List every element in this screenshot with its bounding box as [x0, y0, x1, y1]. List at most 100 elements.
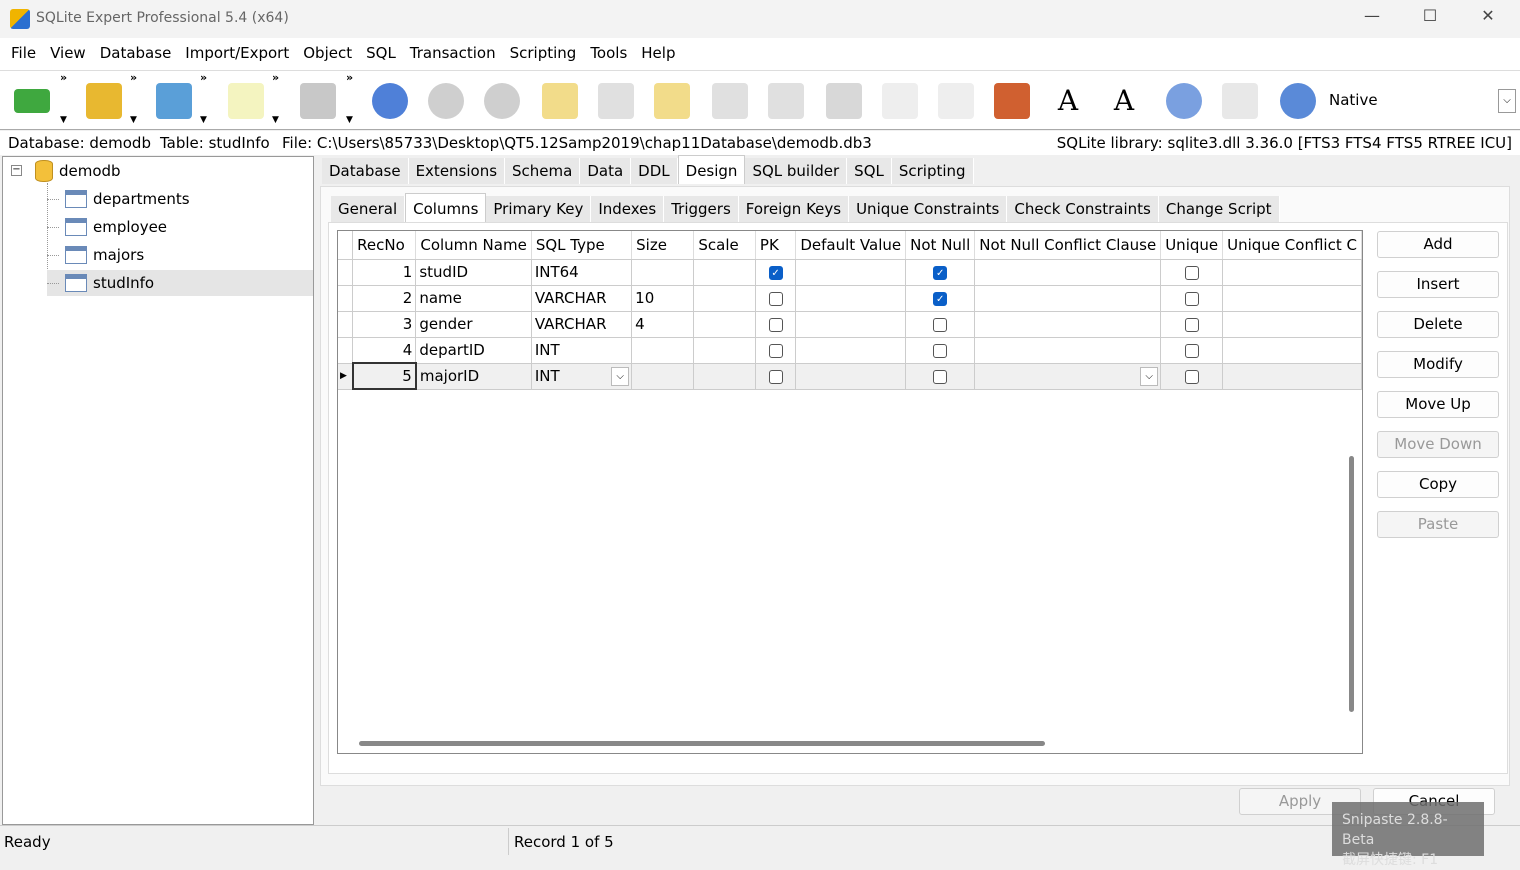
database-tree[interactable]: − demodb departments employee majors studIn… — [2, 156, 314, 825]
notnull-checkbox[interactable]: ✓ — [933, 265, 948, 280]
script-open-icon[interactable] — [654, 83, 690, 119]
table-row[interactable]: ▶ 5 majorID INT ⌵ ⌵ — [338, 362, 1362, 390]
settings-icon[interactable] — [826, 83, 862, 119]
theme-select[interactable]: Native — [1329, 91, 1378, 109]
cell-recno[interactable]: 4 — [352, 337, 417, 364]
move-up-button[interactable]: Move Up — [1377, 391, 1499, 418]
cell-notnull[interactable] — [905, 363, 976, 390]
column-header[interactable]: Default Value — [795, 231, 907, 260]
tab-database[interactable]: Database — [322, 158, 409, 184]
column-header[interactable]: Column Name — [415, 231, 532, 260]
more-chevron-icon[interactable]: » — [200, 71, 207, 84]
tab-sql-builder[interactable]: SQL builder — [745, 158, 848, 184]
dropdown-arrow-icon[interactable]: ▼ — [60, 115, 67, 125]
script-run-icon[interactable] — [598, 83, 634, 119]
cell-nncc[interactable] — [974, 259, 1162, 286]
copy-icon[interactable] — [882, 83, 918, 119]
next-icon[interactable] — [428, 83, 464, 119]
paste-icon[interactable] — [938, 83, 974, 119]
cell-name[interactable]: departID — [415, 337, 532, 364]
menu-import-export[interactable]: Import/Export — [178, 38, 296, 70]
cell-size[interactable]: 10 — [631, 285, 695, 312]
cell-default[interactable] — [795, 259, 907, 286]
cell-type[interactable]: INT — [531, 337, 633, 364]
move-down-button[interactable]: Move Down — [1377, 431, 1499, 458]
subtab-columns[interactable]: Columns — [405, 193, 487, 222]
cell-unique[interactable] — [1160, 285, 1224, 312]
unique-checkbox[interactable] — [1184, 369, 1199, 384]
cell-recno[interactable]: 3 — [352, 311, 417, 338]
tree-node-majors[interactable]: majors — [47, 242, 154, 268]
tab-scripting[interactable]: Scripting — [891, 158, 974, 184]
menu-scripting[interactable]: Scripting — [503, 38, 584, 70]
cell-unique[interactable] — [1160, 259, 1224, 286]
cell-uc[interactable] — [1222, 285, 1362, 312]
dropdown-arrow-icon[interactable]: ⌵ — [611, 366, 630, 386]
menu-object[interactable]: Object — [296, 38, 359, 70]
cell-size[interactable] — [631, 337, 695, 364]
cell-nncc[interactable] — [974, 285, 1162, 312]
cell-uc[interactable] — [1222, 259, 1362, 286]
unique-checkbox[interactable] — [1184, 265, 1199, 280]
exit-icon[interactable] — [14, 89, 50, 113]
cell-type[interactable]: INT64 — [531, 259, 633, 286]
cell-type[interactable]: VARCHAR — [531, 311, 633, 338]
more-chevron-icon[interactable]: » — [346, 71, 353, 84]
cell-uc[interactable] — [1222, 311, 1362, 338]
row-indicator[interactable] — [338, 311, 354, 338]
cell-scale[interactable] — [693, 337, 756, 364]
cell-recno[interactable]: 2 — [352, 285, 417, 312]
cell-scale[interactable] — [693, 259, 756, 286]
dropdown-arrow-icon[interactable]: ⌵ — [1140, 366, 1159, 386]
subtab-indexes[interactable]: Indexes — [591, 196, 665, 222]
add-button[interactable]: Add — [1377, 231, 1499, 258]
cell-default[interactable] — [795, 363, 907, 390]
tab-ddl[interactable]: DDL — [631, 158, 678, 184]
notnull-checkbox[interactable]: ✓ — [933, 291, 948, 306]
minimize-button[interactable]: — — [1352, 6, 1392, 32]
dropdown-arrow-icon[interactable]: ▼ — [200, 115, 207, 125]
subtab-unique-constraints[interactable]: Unique Constraints — [849, 196, 1008, 222]
tab-data[interactable]: Data — [580, 158, 632, 184]
cell-default[interactable] — [795, 285, 907, 312]
close-button[interactable]: ✕ — [1468, 6, 1508, 32]
menu-tools[interactable]: Tools — [583, 38, 634, 70]
column-header[interactable]: PK — [755, 231, 797, 260]
previous-icon[interactable] — [484, 83, 520, 119]
cell-unique[interactable] — [1160, 337, 1224, 364]
cell-unique[interactable] — [1160, 311, 1224, 338]
row-indicator[interactable] — [338, 285, 354, 312]
tab-design[interactable]: Design — [677, 155, 746, 184]
cell-notnull[interactable] — [905, 337, 976, 364]
subtab-triggers[interactable]: Triggers — [664, 196, 739, 222]
cell-uc[interactable] — [1222, 363, 1362, 390]
menu-database[interactable]: Database — [93, 38, 179, 70]
subtab-primary-key[interactable]: Primary Key — [486, 196, 592, 222]
cell-size[interactable] — [631, 259, 695, 286]
cell-scale[interactable] — [693, 311, 756, 338]
paste-button[interactable]: Paste — [1377, 511, 1499, 538]
cell-default[interactable] — [795, 337, 907, 364]
table-row[interactable]: 1 studID INT64 ✓ ✓ — [338, 259, 1362, 286]
info-icon[interactable] — [1280, 83, 1316, 119]
subtab-general[interactable]: General — [331, 196, 406, 222]
tree-node-departments[interactable]: departments — [47, 186, 200, 212]
row-indicator[interactable] — [338, 337, 354, 364]
notnull-checkbox[interactable] — [933, 343, 948, 358]
column-header[interactable]: Size — [631, 231, 695, 260]
pk-checkbox[interactable] — [768, 317, 783, 332]
new-script-icon[interactable] — [542, 83, 578, 119]
cell-nncc[interactable] — [974, 311, 1162, 338]
unique-checkbox[interactable] — [1184, 343, 1199, 358]
cell-pk[interactable] — [755, 363, 797, 390]
more-chevron-icon[interactable]: » — [272, 71, 279, 84]
table-row[interactable]: 3 gender VARCHAR 4 — [338, 311, 1362, 338]
modify-button[interactable]: Modify — [1377, 351, 1499, 378]
cell-type[interactable]: VARCHAR — [531, 285, 633, 312]
table-row[interactable]: 4 departID INT — [338, 337, 1362, 364]
cell-name[interactable]: gender — [415, 311, 532, 338]
chart-icon[interactable] — [994, 83, 1030, 119]
keyboard-run-icon[interactable] — [300, 83, 336, 119]
cell-notnull[interactable]: ✓ — [905, 259, 976, 286]
notnull-checkbox[interactable] — [933, 369, 948, 384]
